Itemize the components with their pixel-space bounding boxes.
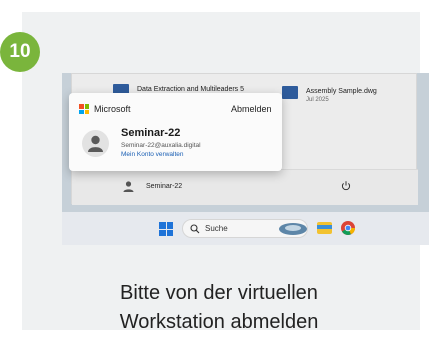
manage-account-link[interactable]: Mein Konto verwalten	[121, 151, 184, 158]
step-number-badge: 10	[0, 32, 40, 72]
file-icon	[282, 86, 298, 99]
start-menu-footer: Seminar-22	[72, 170, 418, 205]
account-popup: Microsoft Abmelden Seminar-22 Seminar-22…	[69, 93, 282, 171]
screenshot-area: Data Extraction and Multileaders 5 Assem…	[62, 73, 429, 245]
start-menu: Data Extraction and Multileaders 5 Assem…	[69, 73, 418, 205]
search-highlight-icon	[279, 223, 307, 235]
footer-user-name[interactable]: Seminar-22	[146, 183, 182, 190]
search-placeholder: Suche	[205, 224, 228, 233]
search-icon	[190, 224, 200, 234]
account-name: Seminar-22	[121, 127, 181, 139]
search-input[interactable]: Suche	[182, 219, 308, 238]
taskbar: Suche	[62, 212, 429, 245]
signout-button[interactable]: Abmelden	[231, 104, 272, 114]
caption-line: Workstation abmelden	[119, 311, 319, 333]
user-icon[interactable]	[122, 180, 135, 193]
instruction-caption: Bitte von der virtuellen Workstation abm…	[0, 279, 438, 337]
caption-line: Bitte von der virtuellen	[120, 282, 318, 304]
user-icon	[88, 135, 103, 152]
file-explorer-icon[interactable]	[317, 222, 332, 234]
power-icon[interactable]	[340, 180, 352, 192]
avatar	[82, 130, 109, 157]
microsoft-logo-icon	[79, 104, 89, 114]
chrome-icon[interactable]	[341, 221, 355, 235]
account-email: Seminar-22@auxalia.digital	[121, 142, 201, 149]
windows-start-icon[interactable]	[159, 222, 173, 236]
microsoft-brand: Microsoft	[94, 104, 131, 114]
